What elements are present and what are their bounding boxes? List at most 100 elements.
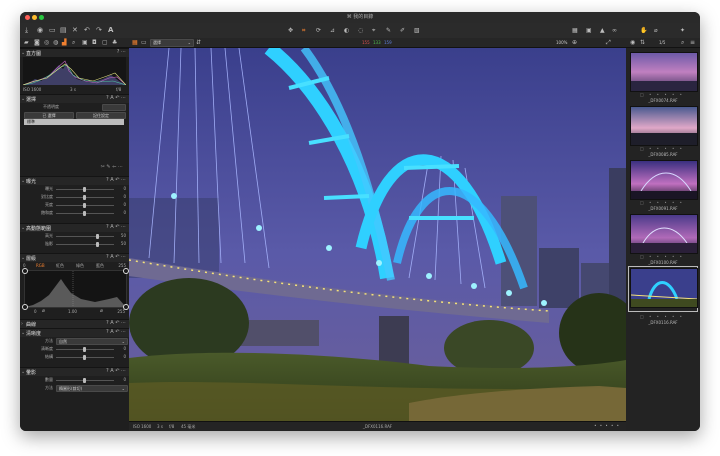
- exposure-slider[interactable]: [56, 187, 114, 192]
- meta-tab-icon[interactable]: ◘: [92, 38, 97, 47]
- folder-icon[interactable]: ▰: [24, 38, 29, 47]
- thumbnail-image[interactable]: [630, 214, 698, 254]
- camera-icon[interactable]: ◙: [34, 38, 40, 47]
- slider-value[interactable]: 0: [123, 194, 126, 199]
- curves-header[interactable]: › 曲線 ? A ↶ ⋯: [20, 319, 129, 328]
- tool-tab-icons[interactable]: ✂ ✎ ⇐ ⋯: [101, 164, 123, 170]
- library-icon[interactable]: ◉: [37, 26, 43, 35]
- text-icon[interactable]: A: [108, 26, 113, 35]
- section-tools-icon[interactable]: ? A ↶ ⋯: [106, 368, 126, 374]
- view-select[interactable]: 選擇 ⌄: [150, 39, 194, 47]
- thumbnail-rating[interactable]: □ • • • • •: [640, 200, 684, 205]
- rotate-icon[interactable]: ⟳: [316, 26, 321, 35]
- thumbnail-rating[interactable]: □ • • • • •: [640, 92, 684, 97]
- crop-icon[interactable]: ⌗: [302, 26, 305, 35]
- pan-icon[interactable]: ✥: [288, 26, 293, 35]
- redo-icon[interactable]: ↷: [96, 26, 102, 35]
- vignette-amount-slider[interactable]: [56, 378, 114, 383]
- levels-tab-red[interactable]: 紅色: [56, 263, 64, 269]
- levels-tab-rgb[interactable]: RGB: [36, 263, 45, 268]
- levels-input-min[interactable]: 0: [34, 309, 37, 314]
- thumbnail-rating[interactable]: □ • • • • •: [640, 254, 684, 259]
- levels-top-left-handle[interactable]: [22, 268, 28, 274]
- gradient-icon[interactable]: ▧: [414, 26, 420, 35]
- slider-knob[interactable]: [96, 234, 99, 239]
- thumbnail-image[interactable]: [630, 268, 698, 308]
- clarity-slider[interactable]: [56, 347, 114, 352]
- fit-icon[interactable]: ⤢: [606, 38, 611, 47]
- picker-icon[interactable]: ⌖: [372, 26, 375, 35]
- levels-input-max[interactable]: 255: [117, 309, 125, 314]
- hand-icon[interactable]: ✋: [640, 26, 647, 35]
- section-tools-icon[interactable]: ? A ↶ ⋯: [106, 95, 126, 101]
- local-tab-icon[interactable]: ▣: [82, 38, 88, 47]
- slider-value[interactable]: 50: [121, 233, 126, 238]
- thumbnail-image[interactable]: [630, 106, 698, 146]
- search-icon[interactable]: ⌕: [681, 38, 684, 47]
- preset-style-toggle[interactable]: [102, 104, 126, 111]
- section-tools-icon[interactable]: ? A ↶ ⋯: [106, 320, 126, 326]
- grid-icon[interactable]: ▦: [572, 26, 578, 35]
- levels-header[interactable]: ⌄ 層級 ? A ↶ ⋯: [20, 253, 129, 262]
- thumbnail-image[interactable]: [630, 160, 698, 200]
- warning-icon[interactable]: ▲: [600, 26, 605, 35]
- mask-icon[interactable]: ◐: [344, 26, 349, 35]
- clarity-method-select[interactable]: 自然 ⌄: [56, 338, 128, 345]
- saturation-slider[interactable]: [56, 211, 114, 216]
- spot-icon[interactable]: ◌: [358, 26, 363, 35]
- eraser-icon[interactable]: ✐: [400, 26, 405, 35]
- levels-graph[interactable]: [22, 268, 129, 310]
- filmstrip-icon[interactable]: ▤: [60, 26, 67, 35]
- section-tools-icon[interactable]: ? A ↶ ⋯: [106, 329, 126, 335]
- slider-value[interactable]: 0: [123, 202, 126, 207]
- status-rating[interactable]: • • • • •: [594, 423, 620, 428]
- slider-value[interactable]: 0: [123, 354, 126, 359]
- slider-value[interactable]: 0: [123, 210, 126, 215]
- slider-knob[interactable]: [83, 203, 86, 208]
- section-menu-icon[interactable]: ? ⋯: [117, 49, 126, 55]
- section-tools-icon[interactable]: ? A ↶ ⋯: [106, 224, 126, 230]
- section-tools-icon[interactable]: ? A ↶ ⋯: [106, 254, 126, 260]
- zoom-icon[interactable]: ⊕: [572, 38, 577, 47]
- slider-value[interactable]: 50: [121, 241, 126, 246]
- keystone-icon[interactable]: ⊿: [330, 26, 335, 35]
- preset-header[interactable]: ⌄ 選擇 ? A ↶ ⋯: [20, 94, 129, 103]
- brush-icon[interactable]: ✎: [386, 26, 391, 35]
- thumbnail-image[interactable]: [630, 52, 698, 92]
- exposure-header[interactable]: ⌄ 曝光 ? A ↶ ⋯: [20, 176, 129, 185]
- image-viewer[interactable]: [128, 42, 639, 431]
- eye-icon[interactable]: ◉: [630, 38, 635, 47]
- close-icon[interactable]: ✕: [72, 26, 78, 35]
- eyedropper-icon[interactable]: ⌀: [654, 26, 658, 35]
- levels-tab-green[interactable]: 綠色: [76, 263, 84, 269]
- color-icon[interactable]: ◍: [53, 38, 58, 47]
- glasses-icon[interactable]: ∞: [612, 26, 617, 35]
- detail-tab-icon[interactable]: ⌕: [72, 38, 75, 47]
- batch-tab-icon[interactable]: ♣: [112, 38, 117, 47]
- thumbnail-rating[interactable]: □ • • • • •: [640, 314, 684, 319]
- section-tools-icon[interactable]: ? A ↶ ⋯: [106, 177, 126, 183]
- thumbnail-rating[interactable]: □ • • • • •: [640, 146, 684, 151]
- eyedropper-icon[interactable]: ⌀: [100, 308, 103, 314]
- layers-icon[interactable]: ▭: [49, 26, 56, 35]
- highlight-slider[interactable]: [56, 234, 114, 239]
- import-icon[interactable]: ⤓: [25, 26, 28, 35]
- hdr-header[interactable]: ⌄ 高動態範圍 ? A ↶ ⋯: [20, 223, 129, 232]
- preset-apply-button[interactable]: 已 選擇: [24, 112, 74, 119]
- preset-list-item[interactable]: 標準: [24, 119, 124, 125]
- vignette-header[interactable]: ⌄ 暈影 ? A ↶ ⋯: [20, 367, 129, 376]
- eyedropper-icon[interactable]: ⌀: [42, 308, 45, 314]
- structure-slider[interactable]: [56, 355, 114, 360]
- slider-knob[interactable]: [83, 211, 86, 216]
- output-tab-icon[interactable]: ▢: [102, 38, 108, 47]
- settings-icon[interactable]: ✦: [680, 26, 685, 35]
- slider-knob[interactable]: [83, 378, 86, 383]
- shadow-slider[interactable]: [56, 242, 114, 247]
- sort-icon[interactable]: ⇅: [640, 38, 645, 47]
- slider-value[interactable]: 0: [123, 186, 126, 191]
- filter-icon[interactable]: ≡: [690, 38, 695, 47]
- clarity-header[interactable]: ⌄ 清晰度 ? A ↶ ⋯: [20, 328, 129, 337]
- single-view-icon[interactable]: ▭: [141, 38, 147, 47]
- grid-view-icon[interactable]: ▦: [132, 38, 138, 47]
- histogram-header[interactable]: ⌄ 直方圖 ? ⋯: [20, 48, 129, 57]
